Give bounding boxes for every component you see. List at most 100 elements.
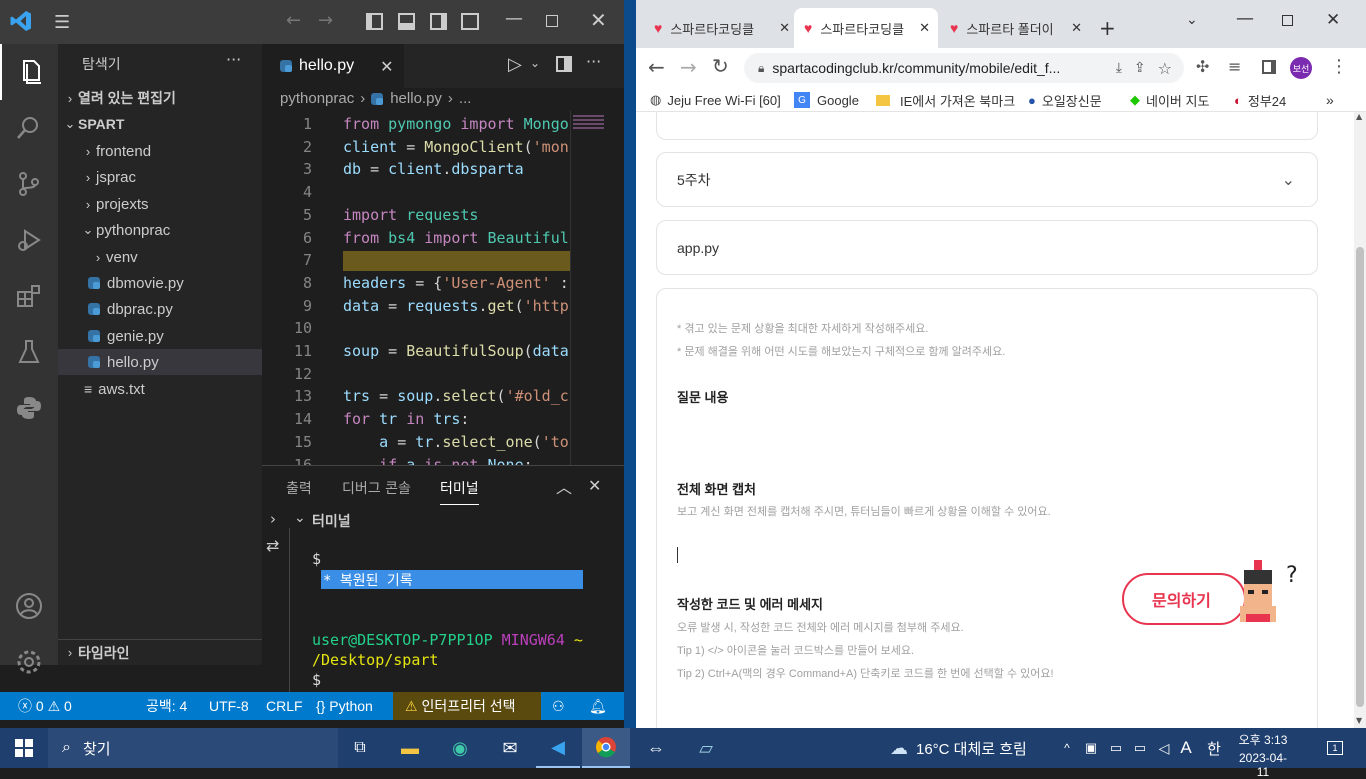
bookmark-gov24[interactable]: ◐ 정부24: [1234, 88, 1286, 112]
run-debug-icon[interactable]: [0, 212, 58, 268]
close-window-icon[interactable]: ✕: [590, 8, 607, 32]
question-editor[interactable]: * 겪고 있는 문제 상황을 최대한 자세하게 작성해주세요. * 문제 해결을…: [656, 288, 1318, 728]
open-editors-section[interactable]: › 열려 있는 편집기: [58, 85, 262, 111]
scrollbar-thumb[interactable]: [1356, 247, 1364, 707]
minimize-icon[interactable]: —: [505, 8, 523, 29]
profile-avatar[interactable]: 보선: [1290, 57, 1312, 79]
tree-item-aws[interactable]: ≡ aws.txt: [58, 376, 262, 402]
teamviewer-icon[interactable]: ⇔: [634, 728, 678, 768]
breadcrumb-file[interactable]: hello.py: [390, 90, 442, 107]
network-icon[interactable]: ▭: [1106, 728, 1126, 768]
install-app-icon[interactable]: ⤓: [1116, 60, 1122, 76]
new-tab-icon[interactable]: +: [1099, 16, 1116, 40]
scroll-up-icon[interactable]: ▲: [1356, 112, 1362, 121]
ime-mode[interactable]: A: [1176, 728, 1196, 768]
indentation-status[interactable]: 공백: 4: [146, 692, 187, 720]
back-arrow-icon[interactable]: ←: [286, 10, 301, 31]
chevron-right-icon[interactable]: ›: [270, 510, 276, 528]
run-dropdown-icon[interactable]: ⌄: [530, 56, 540, 70]
weather-widget[interactable]: ☁ 16°C 대체로 흐림: [890, 728, 1060, 768]
more-actions-icon[interactable]: ···: [226, 50, 241, 69]
tree-item-venv[interactable]: › venv: [58, 244, 262, 270]
testing-flask-icon[interactable]: [0, 324, 58, 380]
clock[interactable]: 오후 3:13 2023-04-11: [1236, 731, 1290, 779]
feedback-icon[interactable]: ⚇: [552, 692, 565, 720]
chevron-down-icon[interactable]: ⌄: [294, 510, 306, 526]
tab-terminal[interactable]: 터미널: [440, 478, 479, 505]
reload-icon[interactable]: ↻: [712, 54, 729, 78]
python-icon[interactable]: [0, 380, 58, 436]
tab-hello-py[interactable]: hello.py ✕: [262, 44, 404, 88]
breadcrumb-more[interactable]: ...: [459, 90, 472, 107]
tree-item-hello[interactable]: hello.py: [58, 349, 262, 375]
split-editor-icon[interactable]: [556, 56, 572, 72]
maximize-panel-icon[interactable]: ︿: [556, 474, 572, 498]
close-tab-icon[interactable]: ✕: [1071, 20, 1082, 36]
chrome-taskbar-icon[interactable]: [582, 728, 630, 768]
ime-language[interactable]: 한: [1204, 728, 1224, 768]
forward-arrow-icon[interactable]: →: [680, 55, 697, 79]
terminal-split-icon[interactable]: ⇄: [266, 536, 279, 555]
back-arrow-icon[interactable]: ←: [648, 55, 665, 79]
tray-chevron-up-icon[interactable]: ^: [1058, 728, 1076, 768]
browser-tab-1[interactable]: ♥ 스파르타코딩클 ✕: [644, 8, 794, 48]
chrome-menu-icon[interactable]: ⋮: [1330, 56, 1348, 77]
close-tab-icon[interactable]: ✕: [779, 20, 790, 36]
close-tab-icon[interactable]: ✕: [380, 57, 393, 76]
bookmark-jeju-wifi[interactable]: ◍ Jeju Free Wi-Fi [60]: [650, 88, 781, 112]
prev-field-card[interactable]: [656, 112, 1318, 140]
close-panel-icon[interactable]: ✕: [588, 476, 601, 495]
tray-app-icon[interactable]: ▣: [1082, 728, 1100, 768]
menu-icon[interactable]: ☰: [54, 12, 70, 33]
mail-icon[interactable]: ✉: [488, 728, 532, 768]
scroll-down-icon[interactable]: ▼: [1356, 716, 1362, 725]
problems-status[interactable]: ⓧ 0 ⚠ 0: [18, 692, 72, 720]
tree-item-frontend[interactable]: › frontend: [58, 138, 262, 164]
browser-tab-3[interactable]: ♥ 스파르타 폴더이 ✕: [940, 8, 1086, 48]
vscode-taskbar-icon[interactable]: ◀: [536, 728, 580, 768]
bookmark-google[interactable]: G Google: [794, 88, 859, 112]
tree-item-jsprac[interactable]: › jsprac: [58, 164, 262, 190]
minimap[interactable]: [570, 111, 606, 465]
media-queue-icon[interactable]: ≡: [1228, 57, 1241, 76]
file-explorer-icon[interactable]: ▬: [388, 728, 432, 768]
battery-icon[interactable]: ▭: [1130, 728, 1150, 768]
bookmark-star-icon[interactable]: ☆: [1158, 59, 1172, 78]
bookmark-oilstand[interactable]: ● 오일장신문: [1028, 88, 1102, 112]
share-icon[interactable]: ⇪: [1134, 60, 1146, 76]
explorer-icon[interactable]: [0, 44, 58, 100]
timeline-section[interactable]: › 타임라인: [58, 639, 262, 665]
week-select[interactable]: 5주차 ⌄: [656, 152, 1318, 207]
interpreter-status[interactable]: ⚠ 인터프리터 선택: [393, 692, 541, 720]
customize-layout-icon[interactable]: [461, 13, 479, 30]
file-name-field[interactable]: app.py: [656, 220, 1318, 275]
taskbar-search[interactable]: ⌕ 찾기: [48, 728, 338, 768]
browser-tab-2-active[interactable]: ♥ 스파르타코딩클 ✕: [794, 8, 938, 48]
task-view-icon[interactable]: ⧉: [338, 728, 382, 768]
run-icon[interactable]: ▷: [508, 54, 522, 75]
page-scrollbar[interactable]: ▲ ▼: [1354, 112, 1366, 728]
account-icon[interactable]: [0, 578, 58, 634]
toggle-sidebar-icon[interactable]: [366, 13, 383, 30]
close-window-icon[interactable]: ✕: [1326, 10, 1340, 30]
search-icon[interactable]: [0, 100, 58, 156]
toggle-secondary-sidebar-icon[interactable]: [430, 13, 447, 30]
language-status[interactable]: {} Python: [316, 692, 373, 720]
tree-item-genie[interactable]: genie.py: [58, 323, 262, 349]
minimize-icon[interactable]: —: [1236, 8, 1254, 29]
notification-center-icon[interactable]: 1: [1320, 728, 1350, 768]
workspace-section[interactable]: ⌄ SPART: [58, 111, 262, 137]
encoding-status[interactable]: UTF-8: [209, 692, 249, 720]
settings-gear-icon[interactable]: [0, 634, 58, 690]
source-control-icon[interactable]: [0, 156, 58, 212]
tab-debug-console[interactable]: 디버그 콘솔: [342, 478, 411, 498]
tree-item-dbmovie[interactable]: dbmovie.py: [58, 270, 262, 296]
side-panel-icon[interactable]: [1262, 60, 1276, 74]
toggle-panel-icon[interactable]: [398, 13, 415, 30]
edge-browser-icon[interactable]: ◉: [438, 728, 482, 768]
start-windows-icon[interactable]: [0, 728, 48, 768]
maximize-icon[interactable]: [1282, 15, 1293, 26]
bookmark-ie-folder[interactable]: IE에서 가져온 북마크: [876, 88, 1015, 112]
address-bar[interactable]: 🔒︎ spartacodingclub.kr/community/mobile/…: [744, 53, 1184, 83]
close-tab-icon[interactable]: ✕: [919, 20, 930, 36]
